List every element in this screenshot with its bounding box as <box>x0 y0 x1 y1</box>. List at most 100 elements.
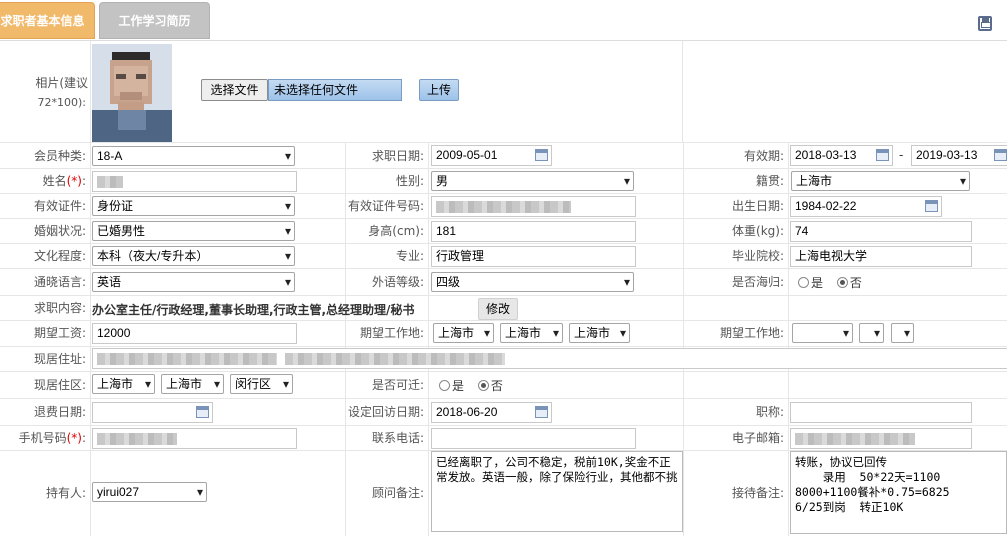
native-place-select[interactable]: 上海市 <box>791 171 970 191</box>
language-level-select[interactable]: 四级 <box>431 272 634 292</box>
row-divider <box>0 218 1007 219</box>
language-label: 通晓语言: <box>33 275 86 289</box>
birth-date-label: 出生日期: <box>731 199 784 213</box>
choose-file-button[interactable]: 选择文件 <box>201 79 268 101</box>
relocate-no-label: 否 <box>490 379 503 393</box>
major-field[interactable]: 行政管理 <box>431 246 636 267</box>
redacted-id-number <box>436 200 571 213</box>
calendar-icon[interactable] <box>535 149 548 161</box>
job-date-label: 求职日期: <box>371 149 424 163</box>
name-label: 姓名(*): <box>42 174 86 188</box>
member-type-select[interactable]: 18-A <box>92 146 295 166</box>
valid-from-field[interactable]: 2018-03-13 <box>790 145 893 166</box>
mobile-field[interactable] <box>92 428 297 449</box>
calendar-icon[interactable] <box>196 406 209 418</box>
email-field[interactable] <box>790 428 972 449</box>
school-label: 毕业院校: <box>731 249 784 263</box>
revisit-date-label: 设定回访日期: <box>347 405 424 419</box>
upload-button[interactable]: 上传 <box>419 79 459 101</box>
residence-province-select[interactable]: 上海市 <box>92 374 155 394</box>
overseas-label: 是否海归: <box>731 275 784 289</box>
overseas-yes-radio[interactable] <box>798 277 809 288</box>
education-select[interactable]: 本科（夜大/专升本） <box>92 246 295 266</box>
job-title-label: 职称: <box>755 405 784 419</box>
tab-work-resume[interactable]: 工作学习简历 <box>99 2 210 39</box>
col-divider <box>788 142 789 536</box>
row-divider <box>0 243 1007 244</box>
col-divider <box>683 142 684 536</box>
overseas-no-label: 否 <box>849 276 862 290</box>
language-select[interactable]: 英语 <box>92 272 295 292</box>
height-field[interactable]: 181 <box>431 221 636 242</box>
owner-select[interactable]: yirui027 <box>92 482 207 502</box>
relocate-radio-group: 是 否 <box>439 377 503 394</box>
workplace-province-select[interactable]: 上海市 <box>433 323 494 343</box>
row-divider <box>0 371 1007 372</box>
row-divider <box>0 168 1007 169</box>
calendar-icon[interactable] <box>535 406 548 418</box>
residence-city-select[interactable]: 上海市 <box>161 374 224 394</box>
workplace2-district-select[interactable] <box>891 323 914 343</box>
calendar-icon[interactable] <box>994 149 1007 161</box>
mobile-label: 手机号码(*): <box>18 431 86 445</box>
tab-divider <box>0 40 1007 41</box>
redacted-email <box>795 432 915 445</box>
job-title-field[interactable] <box>790 402 972 423</box>
relocate-yes-label: 是 <box>452 379 465 393</box>
row-divider <box>0 142 1007 143</box>
valid-period-label: 有效期: <box>743 149 784 163</box>
revisit-date-field[interactable]: 2018-06-20 <box>431 402 552 423</box>
major-label: 专业: <box>395 249 424 263</box>
valid-to-field[interactable]: 2019-03-13 <box>911 145 1007 166</box>
calendar-icon[interactable] <box>876 149 889 161</box>
language-level-label: 外语等级: <box>371 275 424 289</box>
id-type-select[interactable]: 身份证 <box>92 196 295 216</box>
row-divider <box>0 268 1007 269</box>
overseas-no-radio[interactable] <box>836 277 848 288</box>
weight-field[interactable]: 74 <box>790 221 972 242</box>
address-field[interactable] <box>92 348 1007 369</box>
relocate-yes-radio[interactable] <box>439 380 450 391</box>
residence-district-select[interactable]: 闵行区 <box>230 374 293 394</box>
redacted-address <box>97 352 277 365</box>
education-label: 文化程度: <box>33 249 86 263</box>
overseas-radio-group: 是 否 <box>798 274 862 291</box>
address-label: 现居住址: <box>33 352 86 366</box>
owner-label: 持有人: <box>45 486 86 500</box>
job-intent-value: 办公室主任/行政经理,董事长助理,行政主管,总经理助理/秘书 <box>92 303 415 317</box>
col-divider <box>682 41 683 142</box>
redacted-address <box>285 352 505 365</box>
workplace-city-select[interactable]: 上海市 <box>500 323 563 343</box>
id-number-field[interactable] <box>431 196 636 217</box>
redacted-name <box>97 175 123 188</box>
job-date-field[interactable]: 2009-05-01 <box>431 145 552 166</box>
expected-salary-label: 期望工资: <box>33 326 86 340</box>
tab-basic-info[interactable]: 求职者基本信息 <box>0 2 95 39</box>
save-icon[interactable] <box>978 16 992 31</box>
marital-select[interactable]: 已婚男性 <box>92 221 295 241</box>
refund-date-field[interactable] <box>92 402 213 423</box>
phone-field[interactable] <box>431 428 636 449</box>
row-divider <box>0 425 1007 426</box>
row-divider <box>0 398 1007 399</box>
workplace2-city-select[interactable] <box>859 323 884 343</box>
workplace2-province-select[interactable] <box>792 323 853 343</box>
expected-salary-field[interactable]: 12000 <box>92 323 297 344</box>
birth-date-field[interactable]: 1984-02-22 <box>790 196 942 217</box>
name-field[interactable] <box>92 171 297 192</box>
reception-note-textarea[interactable]: 转账，协议已回传 录用 50*22天=1100 8000+1100餐补*0.75… <box>790 451 1007 534</box>
gender-select[interactable]: 男 <box>431 171 634 191</box>
edit-intent-button[interactable]: 修改 <box>478 298 518 320</box>
row-divider <box>0 320 1007 321</box>
consultant-note-textarea[interactable]: 已经离职了，公司不稳定，税前10K,奖金不正常发放。英语一般，除了保险行业，其他… <box>431 451 683 532</box>
relocate-no-radio[interactable] <box>477 380 489 391</box>
native-place-label: 籍贯: <box>755 174 784 188</box>
weight-label: 体重(kg): <box>732 224 784 238</box>
photo-label-hint: 72*100): <box>37 96 87 109</box>
calendar-icon[interactable] <box>925 200 938 212</box>
school-field[interactable]: 上海电视大学 <box>790 246 972 267</box>
residence-area-label: 现居住区: <box>33 378 86 392</box>
workplace-district-select[interactable]: 上海市 <box>569 323 630 343</box>
redacted-mobile <box>97 432 177 445</box>
job-intent-label: 求职内容: <box>33 301 86 315</box>
